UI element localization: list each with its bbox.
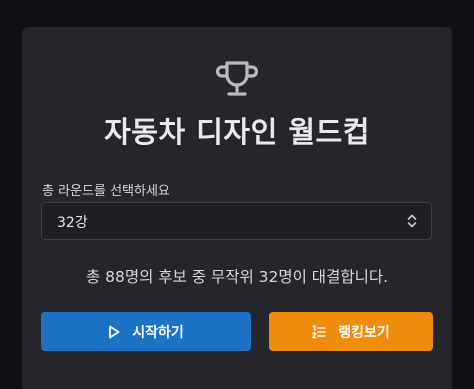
- round-select-label: 총 라운드를 선택하세요: [42, 184, 170, 199]
- worldcup-card: 자동차 디자인 월드컵 총 라운드를 선택하세요 32강 총 88명의 후보 중…: [22, 27, 452, 389]
- round-select[interactable]: 32강: [41, 202, 432, 240]
- chevron-up-down-icon: [407, 214, 417, 228]
- ranking-button-label: 랭킹보기: [338, 324, 390, 341]
- round-select-value: 32강: [57, 215, 88, 231]
- trophy-icon: [215, 61, 259, 96]
- play-icon: [109, 325, 120, 338]
- ranking-button[interactable]: 랭킹보기: [269, 312, 433, 351]
- page-title: 자동차 디자인 월드컵: [104, 115, 370, 149]
- start-button-label: 시작하기: [132, 324, 184, 341]
- list-ordered-icon: [312, 324, 326, 338]
- round-description: 총 88명의 후보 중 무작위 32명이 대결합니다.: [85, 268, 389, 286]
- start-button[interactable]: 시작하기: [41, 312, 251, 351]
